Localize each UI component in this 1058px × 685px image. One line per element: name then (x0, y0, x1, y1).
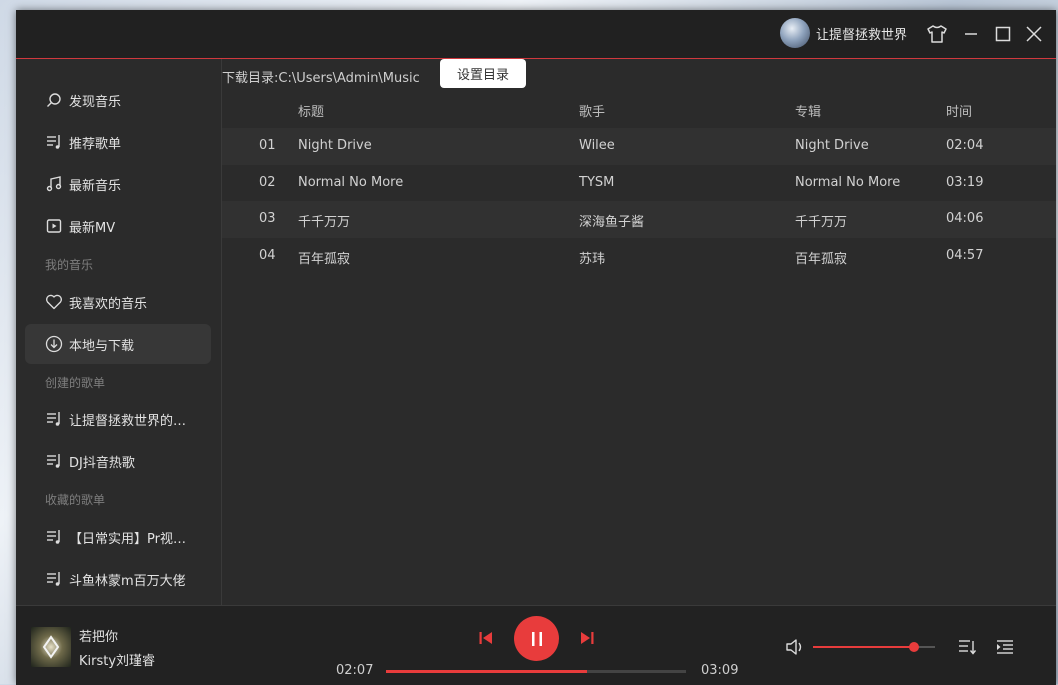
sidebar: 发现音乐 推荐歌单 最新音乐 最新MV 我的音乐 我喜欢的音乐 本地与下载 创建… (16, 59, 222, 605)
download-directory-label: 下载目录:C:\Users\Admin\Music (222, 71, 420, 86)
song-artist[interactable]: Kirsty刘瑾睿 (79, 650, 155, 669)
sidebar-item-new-music[interactable]: 最新音乐 (25, 164, 211, 204)
table-row[interactable]: 04 百年孤寂 苏玮 百年孤寂 04:57 (222, 238, 1056, 275)
section-label-created-playlists: 创建的歌单 (45, 376, 106, 390)
sidebar-item-collected-playlist[interactable]: 斗鱼林蒙m百万大佬 (25, 559, 211, 599)
row-album[interactable]: Night Drive (795, 138, 869, 153)
sidebar-item-label: 最新音乐 (69, 178, 122, 194)
progress-fill (386, 670, 587, 673)
volume-slider[interactable] (813, 642, 935, 652)
sidebar-item-label: 【日常实用】Pr视频剪辑必备 (69, 531, 194, 547)
sidebar-item-discover[interactable]: 发现音乐 (25, 80, 211, 120)
row-index: 03 (259, 211, 276, 226)
row-artist[interactable]: 苏玮 (579, 248, 605, 267)
sidebar-item-created-playlist[interactable]: DJ抖音热歌 (25, 441, 211, 481)
play-queue-icon[interactable] (956, 636, 978, 658)
download-icon (45, 335, 63, 353)
player-bar: 若把你 Kirsty刘瑾睿 02:07 03:09 (16, 605, 1056, 685)
sidebar-item-liked-music[interactable]: 我喜欢的音乐 (25, 282, 211, 322)
row-album[interactable]: Normal No More (795, 175, 900, 190)
playlist-icon (45, 133, 63, 151)
sidebar-item-label: 推荐歌单 (69, 136, 122, 152)
row-time: 04:06 (946, 211, 984, 226)
progress-bar[interactable] (386, 670, 686, 673)
video-icon (45, 217, 63, 235)
row-title: 百年孤寂 (298, 252, 351, 267)
previous-track-icon[interactable] (476, 628, 496, 648)
row-index: 04 (259, 248, 276, 263)
playlist-icon (45, 452, 63, 470)
skin-icon[interactable] (925, 22, 949, 46)
row-album[interactable]: 千千万万 (795, 211, 847, 230)
avatar[interactable] (780, 18, 810, 48)
table-header: 标题 歌手 专辑 时间 (222, 101, 1056, 125)
playlist-icon (45, 410, 63, 428)
volume-knob[interactable] (909, 642, 920, 652)
total-time: 03:09 (701, 663, 739, 678)
row-title: 千千万万 (298, 215, 351, 230)
row-time: 03:19 (946, 175, 984, 190)
sidebar-item-label: 让提督拯救世界的喜欢的音乐 (69, 413, 194, 429)
row-time: 04:57 (946, 248, 984, 263)
user-profile[interactable]: 让提督拯救世界 (780, 18, 907, 48)
music-note-icon (45, 175, 63, 193)
set-directory-button[interactable]: 设置目录 (440, 59, 526, 88)
current-time: 02:07 (336, 663, 374, 678)
title-bar: 让提督拯救世界 (16, 10, 1056, 59)
row-index: 01 (259, 138, 276, 153)
row-artist[interactable]: 深海鱼子酱 (579, 211, 644, 230)
album-cover[interactable] (31, 627, 71, 667)
username[interactable]: 让提督拯救世界 (816, 24, 907, 43)
sidebar-item-label: 最新MV (69, 220, 116, 236)
table-row[interactable]: 02 Normal No More TYSM Normal No More 03… (222, 165, 1056, 202)
pause-button[interactable] (514, 616, 559, 661)
row-title: Normal No More (298, 175, 404, 190)
sidebar-item-local-downloads[interactable]: 本地与下载 (25, 324, 211, 364)
row-time: 02:04 (946, 138, 984, 153)
next-track-icon[interactable] (577, 628, 597, 648)
sidebar-item-created-playlist[interactable]: 让提督拯救世界的喜欢的音乐 (25, 399, 211, 439)
search-icon (45, 91, 63, 109)
row-artist[interactable]: Wilee (579, 138, 615, 153)
playlist-icon (45, 570, 63, 588)
row-album[interactable]: 百年孤寂 (795, 248, 847, 267)
column-header-time[interactable]: 时间 (946, 101, 972, 120)
song-title[interactable]: 若把你 (79, 626, 118, 645)
minimize-icon[interactable] (959, 22, 983, 46)
sidebar-item-label: 本地与下载 (69, 338, 135, 354)
sidebar-item-label: 我喜欢的音乐 (69, 296, 148, 312)
table-row[interactable]: 03 千千万万 深海鱼子酱 千千万万 04:06 (222, 201, 1056, 238)
playlist-panel-icon[interactable] (994, 636, 1016, 658)
column-header-album[interactable]: 专辑 (795, 101, 821, 120)
sidebar-item-recommended-playlists[interactable]: 推荐歌单 (25, 122, 211, 162)
close-icon[interactable] (1022, 22, 1046, 46)
sidebar-item-label: DJ抖音热歌 (69, 455, 135, 471)
section-label-my-music: 我的音乐 (45, 258, 94, 272)
row-title: Night Drive (298, 138, 372, 153)
playlist-icon (45, 528, 63, 546)
volume-icon[interactable] (784, 636, 806, 658)
volume-fill (813, 642, 920, 652)
sidebar-item-collected-playlist[interactable]: 【日常实用】Pr视频剪辑必备 (25, 517, 211, 557)
table-row[interactable]: 01 Night Drive Wilee Night Drive 02:04 (222, 128, 1056, 165)
heart-icon (45, 293, 63, 311)
column-header-artist[interactable]: 歌手 (579, 101, 605, 120)
app-window: 让提督拯救世界 发现音乐 推荐歌单 最新音乐 最新MV 我的音乐 我喜欢的音乐 … (16, 10, 1056, 685)
row-artist[interactable]: TYSM (579, 175, 614, 190)
main-content: 下载目录:C:\Users\Admin\Music 设置目录 标题 歌手 专辑 … (222, 59, 1056, 605)
sidebar-item-label: 发现音乐 (69, 94, 122, 110)
row-index: 02 (259, 175, 276, 190)
column-header-title[interactable]: 标题 (298, 101, 324, 120)
sidebar-item-label: 斗鱼林蒙m百万大佬 (69, 573, 186, 589)
section-label-collected-playlists: 收藏的歌单 (45, 493, 106, 507)
maximize-icon[interactable] (991, 22, 1015, 46)
sidebar-item-new-mv[interactable]: 最新MV (25, 206, 211, 246)
